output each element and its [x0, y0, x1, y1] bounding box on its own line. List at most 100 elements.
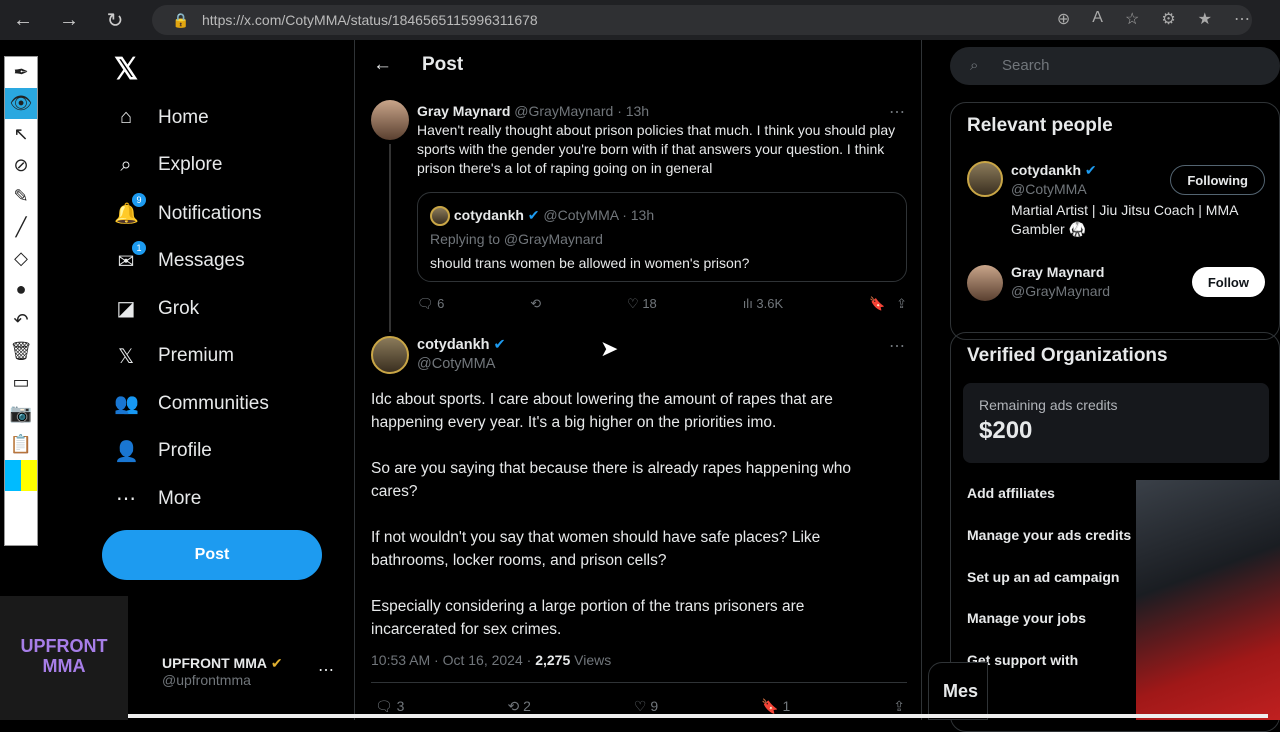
search-input[interactable]: ⌕ Search	[950, 47, 1280, 85]
url-text: https://x.com/CotyMMA/status/18465651159…	[202, 12, 538, 28]
repost-button[interactable]: ⟲	[530, 296, 541, 312]
menu-icon[interactable]: ⋯	[1234, 9, 1250, 29]
avatar[interactable]	[371, 336, 409, 374]
post-paragraph: If not wouldn't you say that women shoul…	[371, 529, 821, 569]
sidebar-item-label: Communities	[158, 392, 269, 414]
author-handle[interactable]: @GrayMaynard	[514, 103, 613, 119]
horizontal-scrollbar[interactable]	[128, 714, 1268, 718]
link-manage-ads-credits[interactable]: Manage your ads credits	[967, 527, 1131, 543]
avatar[interactable]	[371, 100, 409, 140]
more-icon[interactable]: ⋯	[889, 102, 905, 122]
pen-tool-icon[interactable]: ✒	[13, 57, 28, 88]
sidebar-item-notifications[interactable]: 🔔 9 Notifications	[114, 193, 262, 226]
undo-icon[interactable]: ↶	[13, 305, 28, 336]
like-button[interactable]: ♡ 9	[634, 698, 658, 715]
avatar[interactable]	[967, 161, 1003, 197]
person-handle: @GrayMaynard	[1011, 283, 1111, 299]
author-name[interactable]: Gray Maynard	[417, 103, 510, 119]
share-button[interactable]: ⇪	[893, 698, 905, 715]
person-name[interactable]: cotydankh	[1011, 162, 1081, 178]
forward-icon[interactable]: →	[46, 9, 92, 32]
post-button[interactable]: Post	[102, 530, 322, 580]
search-placeholder: Search	[1002, 57, 1050, 74]
favorites-bar-icon[interactable]: ★	[1198, 9, 1212, 29]
notifications-icon: 🔔 9	[114, 193, 146, 226]
views-button[interactable]: ılı 3.6K	[743, 296, 783, 312]
author-name[interactable]: cotydankh	[417, 337, 490, 353]
follow-button[interactable]: Follow	[1191, 267, 1265, 297]
sidebar-item-profile[interactable]: 👤 Profile	[114, 439, 212, 464]
clipboard-icon[interactable]: 📋	[10, 429, 32, 460]
link-ad-campaign[interactable]: Set up an ad campaign	[967, 569, 1119, 585]
pointer-off-icon[interactable]: ⊘	[13, 150, 28, 181]
sidebar-item-more[interactable]: ⋯ More	[114, 486, 201, 511]
following-button[interactable]: Following	[1170, 165, 1265, 195]
tweet-time[interactable]: · 13h	[617, 103, 649, 119]
card-title: Verified Organizations	[967, 345, 1168, 366]
post-paragraph: Idc about sports. I care about lowering …	[371, 391, 833, 431]
bookmark-button[interactable]: 🔖	[869, 296, 885, 311]
communities-icon: 👥	[114, 393, 139, 415]
back-icon[interactable]: ←	[0, 9, 46, 32]
person-bio: Martial Artist | Jiu Jitsu Coach | MMA G…	[1011, 202, 1238, 237]
badge: 9	[132, 193, 146, 207]
back-arrow-icon[interactable]: ←	[373, 54, 392, 76]
bookmark-button[interactable]: 🔖 1	[761, 698, 790, 715]
quoted-tweet[interactable]: cotydankh ✔ @CotyMMA · 13h Replying to @…	[417, 192, 907, 282]
post-timestamp: 10:53 AM · Oct 16, 2024 · 2,275 Views	[371, 652, 611, 668]
read-aloud-icon[interactable]: A	[1092, 9, 1103, 29]
account-handle: @upfrontmma	[162, 672, 251, 688]
favorite-icon[interactable]: ☆	[1125, 9, 1139, 29]
reply-button[interactable]: 🗨 6	[417, 296, 444, 312]
reply-count: 3	[396, 698, 405, 714]
lock-icon: 🔒	[172, 12, 190, 28]
reply-button[interactable]: 🗨 3	[375, 698, 404, 715]
sidebar-item-label: Messages	[158, 250, 245, 271]
reply-count: 6	[437, 296, 445, 311]
trash-icon[interactable]: 🗑	[10, 336, 33, 367]
person-name[interactable]: Gray Maynard	[1011, 263, 1110, 282]
timestamp[interactable]: 10:53 AM · Oct 16, 2024 ·	[371, 652, 535, 668]
palette-icon[interactable]	[5, 460, 37, 491]
sidebar-item-home[interactable]: ⌂ Home	[114, 106, 209, 129]
link-manage-jobs[interactable]: Manage your jobs	[967, 610, 1086, 626]
avatar[interactable]	[967, 265, 1003, 301]
sidebar-item-grok[interactable]: ◪ Grok	[114, 296, 200, 321]
eraser-icon[interactable]: ◇	[14, 243, 28, 274]
color-dot-icon[interactable]: ●	[16, 274, 27, 305]
view-count: 3.6K	[756, 296, 784, 311]
highlighter-icon[interactable]: ✎	[13, 181, 28, 212]
repost-count: 2	[523, 698, 531, 714]
logo-text: UPFRONT MMA	[20, 636, 108, 676]
home-icon: ⌂	[119, 106, 133, 128]
sidebar-item-premium[interactable]: 𝕏 Premium	[114, 344, 234, 369]
eye-icon[interactable]: 👁	[5, 88, 37, 119]
like-button[interactable]: ♡ 18	[627, 296, 657, 312]
messages-drawer[interactable]: Mes	[928, 662, 988, 720]
more-icon[interactable]: ⋯	[889, 336, 905, 356]
account-more-icon[interactable]: ⋯	[318, 660, 334, 680]
camera-icon[interactable]: 📷	[10, 398, 32, 429]
badge: 1	[132, 240, 146, 255]
extensions-icon[interactable]: ⚙	[1161, 9, 1175, 29]
thread-line	[389, 144, 391, 332]
repost-button[interactable]: ⟲ 2	[507, 698, 530, 715]
main-post-author: cotydankh ✔ @CotyMMA	[417, 336, 506, 374]
line-icon[interactable]: ╱	[16, 212, 27, 243]
main-post-text: Idc about sports. I care about lowering …	[371, 388, 891, 664]
reload-icon[interactable]: ↻	[92, 8, 138, 33]
sidebar-item-messages[interactable]: ✉ 1 Messages	[114, 240, 245, 274]
author-handle[interactable]: @CotyMMA	[417, 355, 506, 374]
reply-tweet: Gray Maynard @GrayMaynard · 13h Haven't …	[417, 102, 907, 178]
zoom-icon[interactable]: ⊕	[1057, 9, 1070, 29]
account-switcher[interactable]: UPFRONT MMA ✔ @upfrontmma	[162, 655, 283, 688]
credits-label: Remaining ads credits	[979, 397, 1118, 413]
sidebar-item-explore[interactable]: ⌕ Explore	[114, 154, 222, 177]
x-logo-icon[interactable]: 𝕏	[114, 52, 138, 87]
cursor-icon[interactable]: ↖	[13, 119, 28, 150]
annotation-toolbar: ✒ 👁 ↖ ⊘ ✎ ╱ ◇ ● ↶ 🗑 ▭ 📷 📋	[4, 56, 38, 546]
whiteboard-icon[interactable]: ▭	[12, 367, 29, 398]
share-button[interactable]: ⇪	[896, 296, 907, 311]
link-add-affiliates[interactable]: Add affiliates	[967, 485, 1055, 501]
sidebar-item-communities[interactable]: 👥 Communities	[114, 391, 269, 416]
